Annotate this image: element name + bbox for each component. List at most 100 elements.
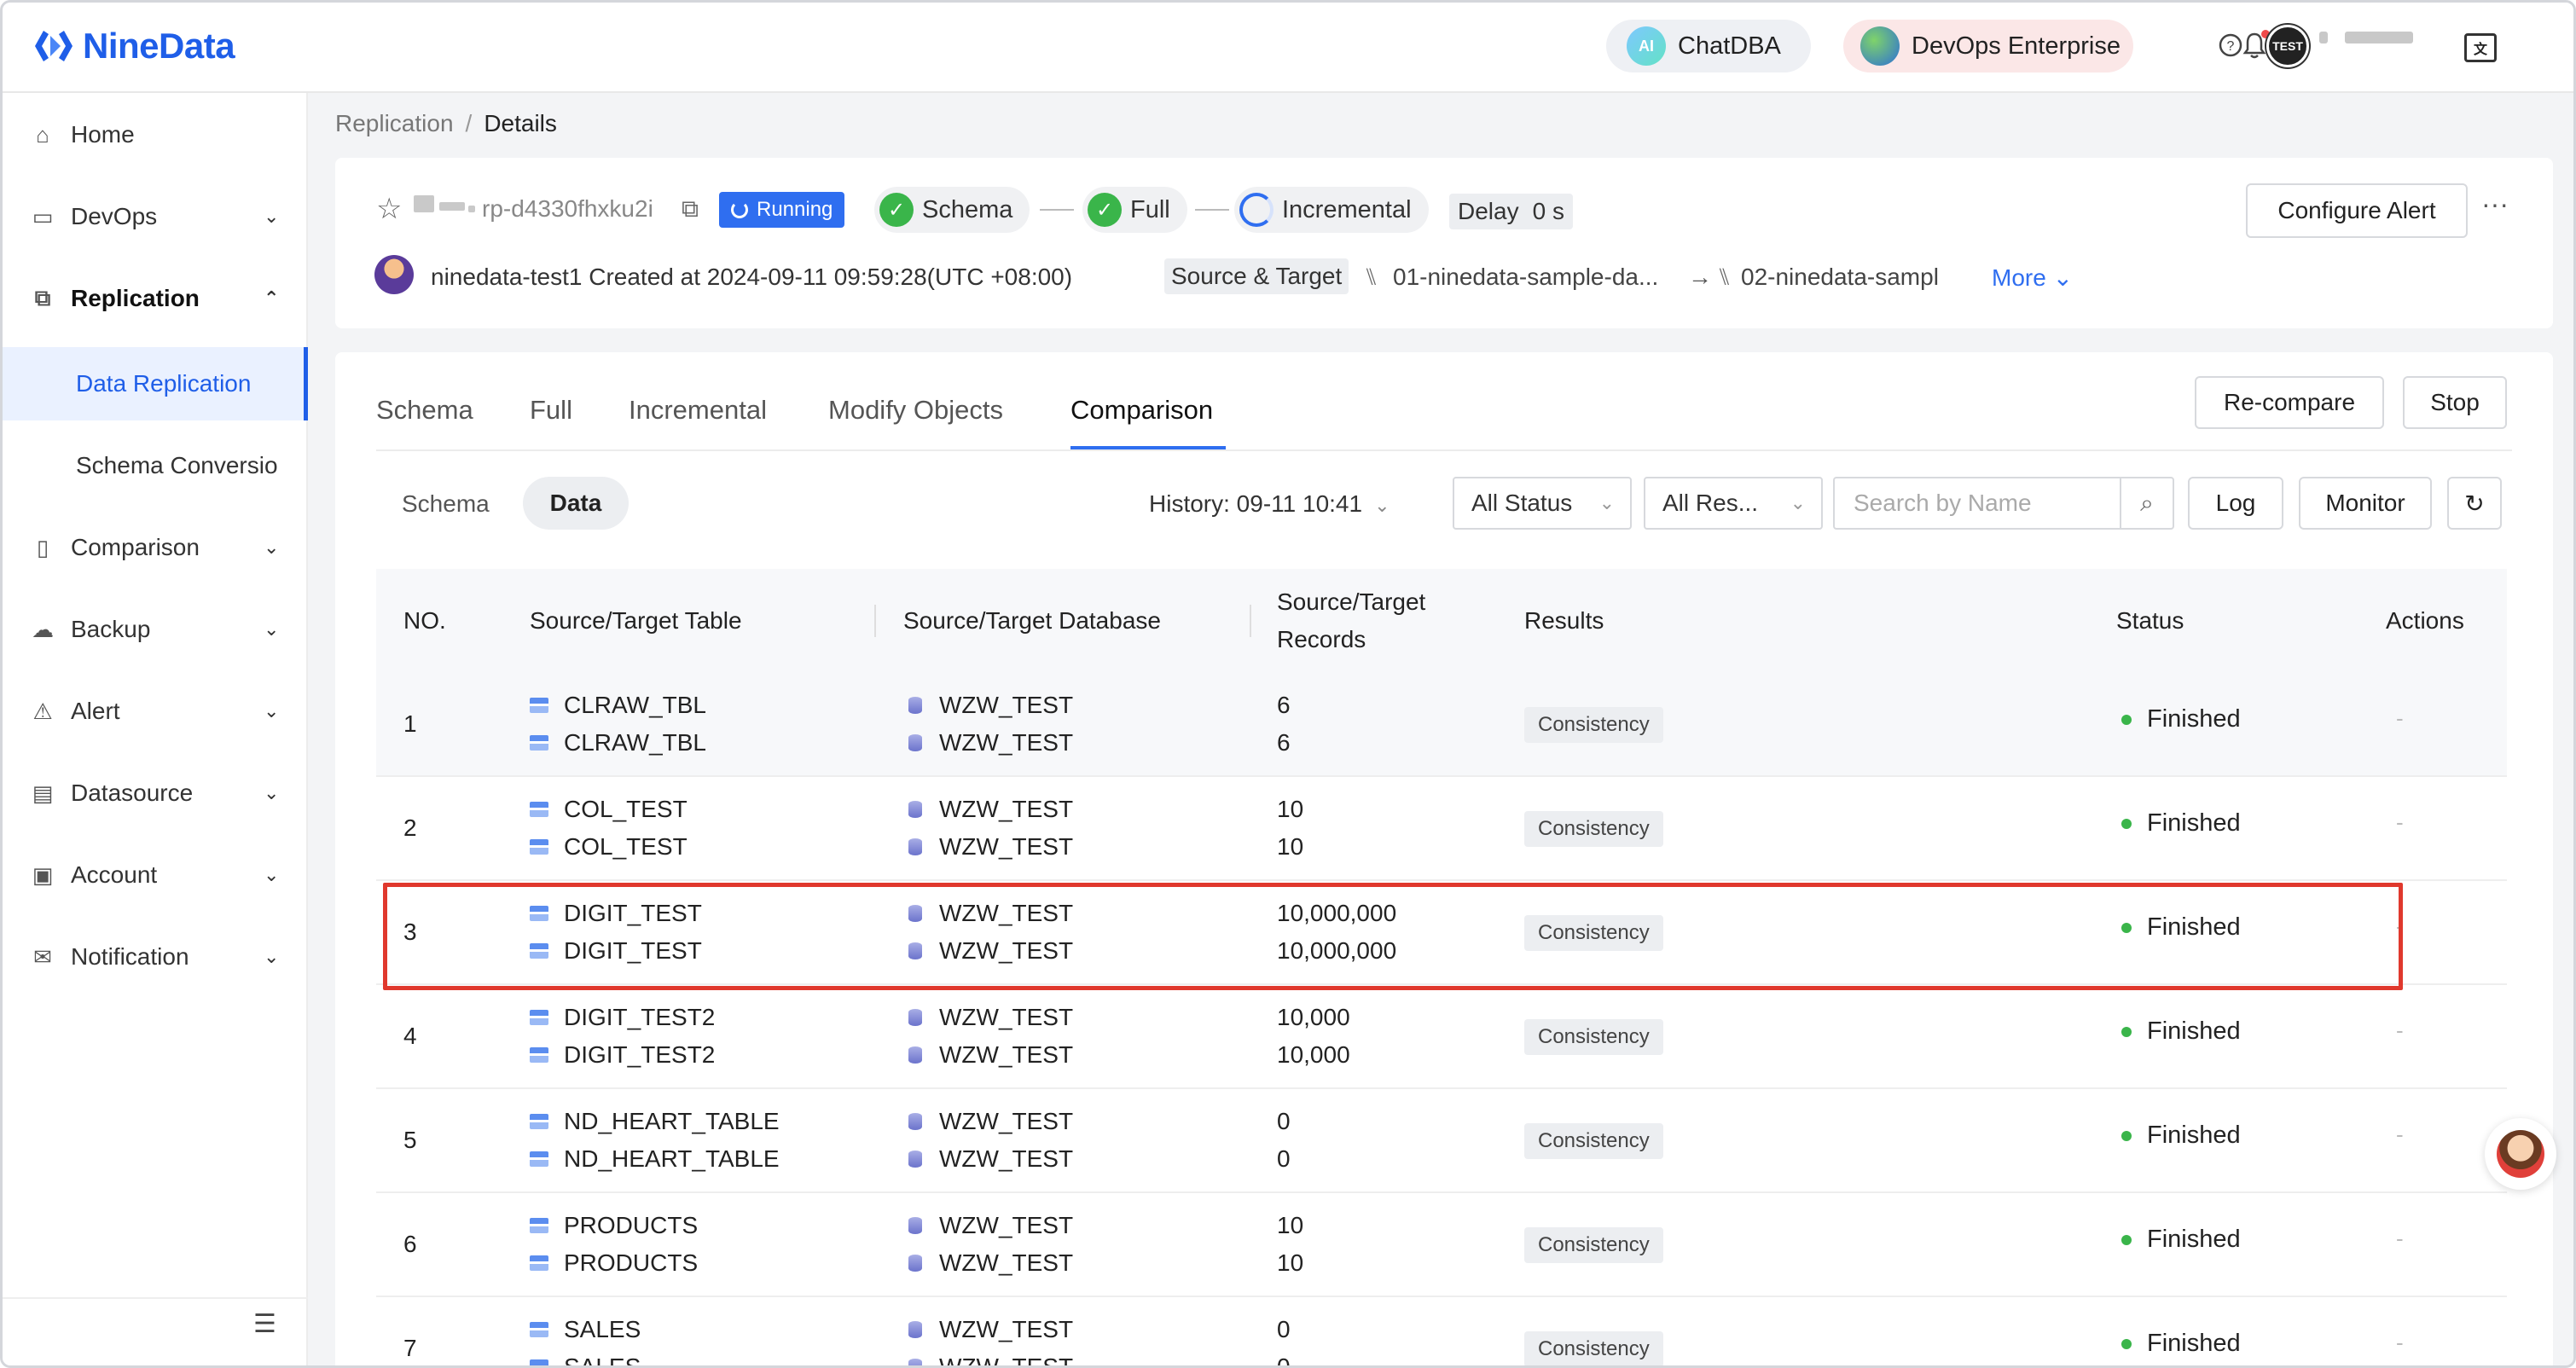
source-datasource-link[interactable]: 01-ninedata-sample-da...	[1393, 264, 1683, 291]
recompare-button[interactable]: Re-compare	[2195, 376, 2384, 429]
chatdba-button[interactable]: AI ChatDBA	[1606, 20, 1811, 72]
chevron-down-icon: ⌄	[1374, 495, 1390, 516]
table-row[interactable]: 3 DIGIT_TEST DIGIT_TEST WZW_TEST WZW_TEST 10,…	[376, 881, 2507, 985]
target-database: WZW_TEST	[908, 1140, 1073, 1178]
table-row[interactable]: 7 SALES SALES WZW_TEST WZW_TEST 0 0 Consistency…	[376, 1297, 2507, 1365]
chevron-down-icon: ⌄	[264, 206, 280, 227]
chevron-down-icon: ⌄	[264, 864, 280, 885]
source-database: WZW_TEST	[908, 687, 1073, 724]
home-icon: ⌂	[36, 121, 49, 148]
database-names: WZW_TEST WZW_TEST	[908, 895, 1073, 970]
target-datasource-link[interactable]: 02-ninedata-sampl	[1741, 264, 1968, 291]
source-table: DIGIT_TEST	[530, 895, 702, 932]
support-assistant-button[interactable]	[2485, 1118, 2556, 1190]
ninedata-logo-icon	[35, 31, 73, 61]
database-icon	[908, 697, 922, 714]
status-filter-value: All Status	[1471, 490, 1573, 516]
source-table-name: SALES	[564, 1316, 641, 1342]
table-row[interactable]: 4 DIGIT_TEST2 DIGIT_TEST2 WZW_TEST WZW_TEST 1…	[376, 985, 2507, 1089]
sidebar-item-home[interactable]: ⌂ Home	[3, 98, 308, 171]
star-icon[interactable]: ☆	[376, 192, 402, 226]
status-dot	[2121, 1130, 2132, 1141]
sidebar-item-label: Replication	[71, 285, 200, 311]
table-row[interactable]: 6 PRODUCTS PRODUCTS WZW_TEST WZW_TEST 10 10 Con…	[376, 1193, 2507, 1297]
copy-icon[interactable]: ⧉	[682, 195, 699, 223]
search-input[interactable]: Search by Name	[1833, 477, 2120, 530]
result-badge: Consistency	[1524, 1331, 1663, 1365]
table-names: ND_HEART_TABLE ND_HEART_TABLE	[530, 1103, 780, 1178]
table-names: PRODUCTS PRODUCTS	[530, 1207, 698, 1282]
sidebar-item-schema-conversion[interactable]: Schema Conversio	[3, 429, 308, 502]
configure-alert-button[interactable]: Configure Alert	[2246, 183, 2468, 238]
chevron-down-icon: ⌄	[1598, 492, 1615, 513]
more-link[interactable]: More ⌄	[1992, 264, 2073, 292]
table-icon	[530, 1047, 548, 1063]
refresh-icon[interactable]: ↻	[2447, 477, 2502, 530]
tab-schema[interactable]: Schema	[376, 395, 473, 426]
target-database: WZW_TEST	[908, 1348, 1073, 1365]
sidebar-item-backup[interactable]: ☁ Backup ⌄	[3, 593, 308, 666]
table-row[interactable]: 5 ND_HEART_TABLE ND_HEART_TABLE WZW_TEST WZW…	[376, 1089, 2507, 1193]
search-icon[interactable]: ⌕	[2120, 477, 2174, 530]
segment-schema[interactable]: Schema	[402, 490, 490, 518]
target-records: 10,000	[1277, 1041, 1350, 1068]
created-info: ninedata-test1 Created at 2024-09-11 09:…	[431, 264, 1073, 290]
stop-button[interactable]: Stop	[2403, 376, 2507, 429]
divider	[376, 449, 2512, 451]
history-select[interactable]: History: 09-11 10:41 ⌄	[1149, 490, 1390, 518]
sidebar-item-devops[interactable]: ▭ DevOps ⌄	[3, 180, 308, 253]
table-row[interactable]: 2 COL_TEST COL_TEST WZW_TEST WZW_TEST 10 10 Con…	[376, 777, 2507, 881]
table-icon	[530, 698, 548, 713]
breadcrumb-parent[interactable]: Replication	[335, 110, 454, 136]
target-table: COL_TEST	[530, 828, 688, 866]
tab-incremental[interactable]: Incremental	[629, 395, 767, 426]
result-filter-select[interactable]: All Res... ⌄	[1644, 477, 1823, 530]
log-button[interactable]: Log	[2188, 477, 2283, 530]
collapse-sidebar-icon[interactable]: ☰	[253, 1309, 276, 1339]
target-database-name: WZW_TEST	[939, 937, 1074, 964]
status-cell: Finished	[2121, 1017, 2241, 1046]
database-icon	[908, 1255, 922, 1272]
sidebar-item-label: Home	[71, 121, 135, 148]
sidebar-item-data-replication[interactable]: Data Replication	[3, 347, 308, 420]
source-records: 10	[1277, 796, 1304, 822]
tab-modify-objects[interactable]: Modify Objects	[828, 395, 1003, 426]
target-database: WZW_TEST	[908, 724, 1073, 762]
sidebar-item-replication[interactable]: ⧉ Replication ⌃	[3, 262, 308, 335]
result-filter-value: All Res...	[1662, 490, 1759, 516]
record-counts: 10 10	[1277, 791, 1303, 866]
ai-icon: AI	[1627, 26, 1666, 66]
result-badge: Consistency	[1524, 1019, 1663, 1055]
segment-data[interactable]: Data	[523, 477, 629, 530]
tab-comparison[interactable]: Comparison	[1070, 395, 1213, 426]
stage-full: ✓ Full	[1082, 187, 1187, 233]
sidebar-item-account[interactable]: ▣ Account ⌄	[3, 838, 308, 912]
sidebar-item-datasource[interactable]: ▤ Datasource ⌄	[3, 756, 308, 830]
monitor-button[interactable]: Monitor	[2299, 477, 2432, 530]
status-cell: Finished	[2121, 705, 2241, 733]
more-actions-icon[interactable]: ···	[2481, 188, 2509, 220]
database-icon: ⑊	[1717, 264, 1732, 290]
divider	[3, 1297, 308, 1299]
translate-icon[interactable]: 文	[2464, 33, 2497, 62]
user-avatar[interactable]: TEST	[2266, 25, 2309, 67]
sidebar-item-alert[interactable]: ⚠ Alert ⌄	[3, 675, 308, 748]
tab-full[interactable]: Full	[530, 395, 572, 426]
record-counts: 00	[1277, 1311, 1291, 1365]
delay-value: 0 s	[1532, 198, 1564, 224]
sidebar-item-comparison[interactable]: ▯ Comparison ⌄	[3, 511, 308, 584]
row-action: -	[2396, 809, 2404, 835]
sidebar-item-notification[interactable]: ✉ Notification ⌄	[3, 920, 308, 994]
devops-enterprise-button[interactable]: DevOps Enterprise	[1843, 20, 2133, 72]
source-records: 10,000	[1277, 1004, 1350, 1030]
table-row[interactable]: 1 CLRAW_TBL CLRAW_TBL WZW_TEST WZW_TEST 6 6 Con…	[376, 673, 2507, 777]
help-icon[interactable]: ?	[2213, 28, 2248, 62]
source-table-name: DIGIT_TEST	[564, 900, 702, 926]
source-database-name: WZW_TEST	[939, 1108, 1074, 1134]
row-action: -	[2396, 1122, 2404, 1147]
logo[interactable]: NineData	[32, 21, 235, 71]
database-names: WZW_TEST WZW_TEST	[908, 687, 1073, 762]
logo-text: NineData	[83, 26, 235, 66]
chevron-down-icon: ⌄	[2052, 264, 2074, 291]
status-filter-select[interactable]: All Status ⌄	[1453, 477, 1632, 530]
